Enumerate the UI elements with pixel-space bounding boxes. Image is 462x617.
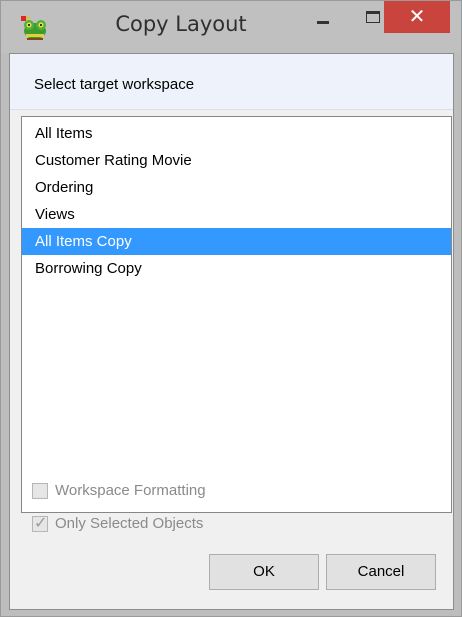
list-item[interactable]: Customer Rating Movie: [22, 147, 451, 174]
cancel-button[interactable]: Cancel: [326, 554, 436, 590]
only-selected-objects-label: Only Selected Objects: [55, 515, 204, 532]
ok-button[interactable]: OK: [209, 554, 319, 590]
list-item[interactable]: Ordering: [22, 174, 451, 201]
workspace-list[interactable]: All Items Customer Rating Movie Ordering…: [21, 116, 452, 513]
instruction-text: Select target workspace: [34, 76, 195, 93]
list-item-selected[interactable]: All Items Copy: [22, 228, 451, 255]
maximize-icon: [366, 11, 380, 23]
dialog-body: Select target workspace All Items Custom…: [9, 53, 454, 610]
minimize-icon: [317, 21, 329, 24]
checkmark-icon: ✓: [34, 513, 48, 532]
only-selected-objects-checkbox: ✓: [32, 513, 48, 532]
list-item[interactable]: All Items: [22, 120, 451, 147]
close-icon: ✕: [408, 4, 426, 28]
list-item[interactable]: Borrowing Copy: [22, 255, 451, 282]
copy-layout-dialog: Copy Layout ✕ Select target workspace Al…: [0, 0, 462, 617]
list-item[interactable]: Views: [22, 201, 451, 228]
instruction-band: Select target workspace: [10, 54, 453, 110]
workspace-formatting-label: Workspace Formatting: [55, 482, 206, 499]
workspace-formatting-checkbox: [32, 483, 48, 499]
minimize-button[interactable]: [303, 1, 343, 33]
close-button[interactable]: ✕: [384, 1, 450, 33]
title-bar[interactable]: Copy Layout ✕: [1, 1, 461, 53]
